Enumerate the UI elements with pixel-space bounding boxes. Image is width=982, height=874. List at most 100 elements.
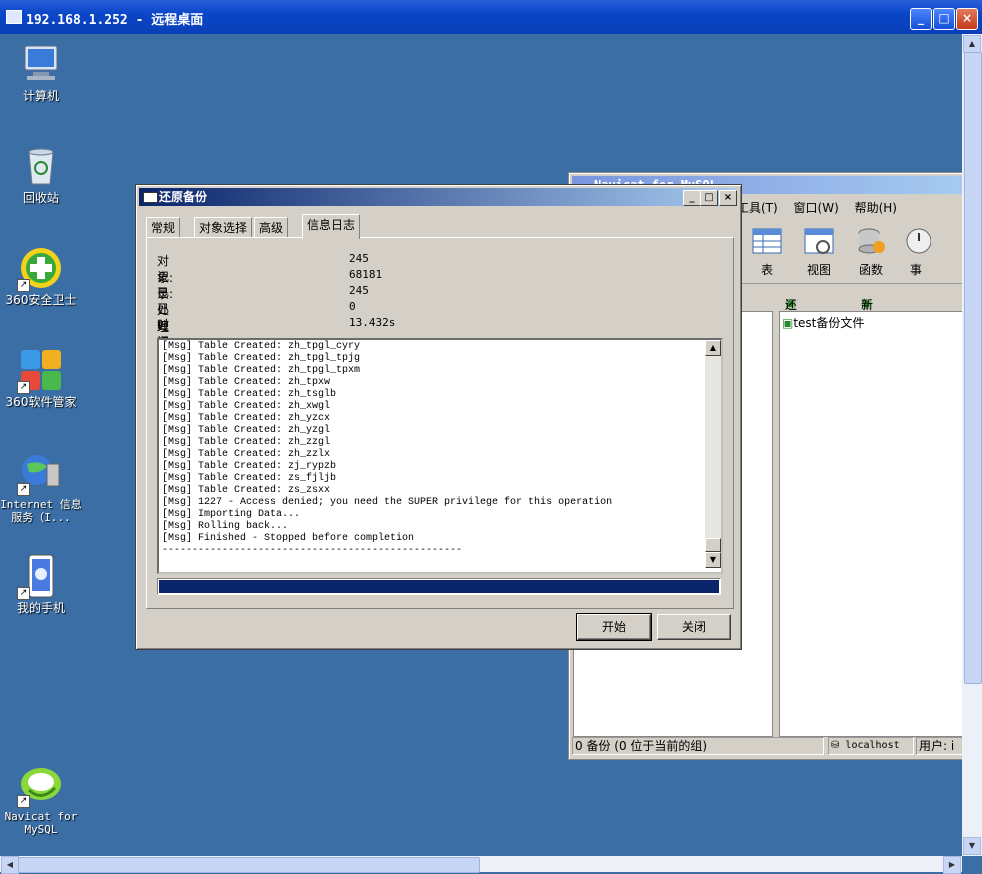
backup-file-label: test备份文件 [793,316,865,330]
dialog-title-bar: 还原备份 _ □ × [139,188,737,206]
maximize-button[interactable]: □ [933,8,955,30]
table-icon [751,225,783,257]
iis-globe-icon: ↗ [17,450,63,496]
log-line: [Msg] Table Created: zh_tpgl_tpxm [162,365,361,376]
stat-value: 13.432s [349,316,396,329]
tab-info-log[interactable]: 信息日志 [302,214,361,239]
desktop: 计算机 回收站 ↗ 360安全卫士 ↗ 360软件管家 ↗ Internet 信… [0,34,962,856]
phone-icon: ↗ [17,554,63,600]
log-line: [Msg] Table Created: zh_zzlx [162,449,331,460]
status-user: 用户: i [916,737,962,755]
rdp-title: 192.168.1.252 - 远程桌面 [26,13,204,28]
desktop-icon-label: Internet 信息服务（I... [0,498,82,524]
log-line: [Msg] 1227 - Access denied; you need the… [162,497,613,508]
start-button[interactable]: 开始 [576,613,652,641]
status-connection-label: localhost [845,740,900,751]
close-button[interactable]: × [956,8,978,30]
desktop-icon-computer[interactable]: 计算机 [0,42,82,103]
log-line: [Msg] Table Created: zh_tpgl_tpjg [162,353,361,364]
backup-file-icon: ▣ [782,316,794,330]
scroll-up-arrow-icon[interactable]: ▲ [705,340,721,356]
computer-icon [19,42,63,86]
menu-window[interactable]: 窗口(W) [794,201,839,215]
shortcut-arrow-icon: ↗ [17,483,30,496]
restore-backup-dialog: 还原备份 _ □ × 常规 对象选择 高级 信息日志 对象: 245 记录: 681… [135,184,742,650]
dialog-minimize-button[interactable]: _ [683,190,701,206]
toolbar-event[interactable]: 事 [901,225,931,278]
log-line: [Msg] Table Created: zh_tsglb [162,389,337,400]
scroll-down-icon[interactable]: ▼ [963,837,981,855]
menu-help[interactable]: 帮助(H) [855,201,897,215]
scroll-left-icon[interactable]: ◀ [1,856,19,874]
close-dialog-button[interactable]: 关闭 [657,614,731,640]
log-line: ----------------------------------------… [162,545,463,556]
toolbar-function-label: 函数 [858,263,883,277]
desktop-icon-recycle-bin[interactable]: 回收站 [0,144,82,205]
toolbar-event-label: 事 [909,263,922,277]
rdp-vertical-scrollbar[interactable]: ▲ ▼ [962,34,982,856]
shortcut-arrow-icon: ↗ [17,587,30,600]
status-count: 0 备份 (0 位于当前的组) [572,737,824,755]
rdp-vertical-thumb[interactable] [964,52,982,684]
scroll-up-icon[interactable]: ▲ [963,35,981,53]
rdp-horizontal-thumb[interactable] [18,857,480,873]
minimize-button[interactable]: _ [910,8,932,30]
desktop-icon-label: 我的手机 [16,601,65,615]
desktop-icon-360-security[interactable]: ↗ 360安全卫士 [0,246,82,307]
desktop-icon-360-software[interactable]: ↗ 360软件管家 [0,348,82,409]
tab-advanced[interactable]: 高级 [254,217,289,238]
log-line: [Msg] Table Created: zh_yzgl [162,425,331,436]
log-line: [Msg] Table Created: zj_rypzb [162,461,337,472]
rdp-title-bar: 192.168.1.252 - 远程桌面 _ □ × [0,0,982,34]
log-line: [Msg] Table Created: zh_yzcx [162,413,331,424]
event-clock-icon [901,225,931,257]
connection-icon: ⛁ [831,740,840,751]
dialog-title: 还原备份 [159,190,208,204]
navicat-menu-bar: 工具(T) 窗口(W) 帮助(H) [737,199,909,217]
dialog-close-button[interactable]: × [719,190,737,206]
log-scroll-thumb[interactable] [705,538,721,552]
desktop-icon-label: 360安全卫士 [5,293,77,307]
log-line: [Msg] Finished - Stopped before completi… [162,533,415,544]
stat-value: 68181 [349,268,383,281]
backup-file-item[interactable]: ▣test备份文件 [782,314,864,331]
progress-bar [157,578,721,595]
toolbar-view[interactable]: 视图 [793,225,845,278]
navicat-icon: ↗ [17,762,63,808]
desktop-icon-label: 回收站 [22,191,59,205]
log-line: [Msg] Table Created: zh_zzgl [162,437,331,448]
scroll-right-icon[interactable]: ▶ [943,856,961,874]
desktop-icon-my-phone[interactable]: ↗ 我的手机 [0,554,82,615]
360-security-icon: ↗ [17,246,63,292]
tab-object-selection[interactable]: 对象选择 [194,217,253,238]
function-icon [855,225,887,257]
shortcut-arrow-icon: ↗ [17,279,30,292]
navicat-status-bar: 0 备份 (0 位于当前的组) ⛁ localhost 用户: i [572,737,962,755]
log-line: [Msg] Table Created: zs_fjljb [162,473,337,484]
toolbar-function[interactable]: 函数 [845,225,897,278]
log-line: [Msg] Table Created: zs_zsxx [162,485,331,496]
desktop-icon-label: 计算机 [22,89,59,103]
desktop-icon-iis[interactable]: ↗ Internet 信息服务（I... [0,450,82,524]
toolbar-table-label: 表 [760,263,773,277]
desktop-icon-label: 360软件管家 [5,395,77,409]
toolbar-view-label: 视图 [806,263,831,277]
shortcut-arrow-icon: ↗ [17,795,30,808]
log-line: [Msg] Rolling back... [162,521,289,532]
tab-general[interactable]: 常规 [146,217,181,238]
desktop-icon-label: Navicat for MySQL [4,810,78,836]
log-line: [Msg] Table Created: zh_tpxw [162,377,331,388]
log-scrollbar[interactable]: ▲ ▼ [705,340,721,568]
navicat-object-pane[interactable]: ▣test备份文件 [779,311,962,737]
dialog-app-icon [143,192,158,203]
log-text-area[interactable]: [Msg] Table Created: zh_tpgl_cyry [Msg] T… [157,338,723,574]
desktop-icon-navicat[interactable]: ↗ Navicat for MySQL [0,762,82,836]
stat-value: 0 [349,300,356,313]
shortcut-arrow-icon: ↗ [17,381,30,394]
rdp-horizontal-scrollbar[interactable]: ◀ ▶ [0,856,962,874]
info-log-panel: 对象:245 记录:68181 已处理对象:245 已处理记录:0 时间:13.… [146,237,734,609]
dialog-maximize-button[interactable]: □ [700,190,718,206]
menu-tools[interactable]: 工具(T) [737,201,778,215]
scroll-down-arrow-icon[interactable]: ▼ [705,552,721,568]
toolbar-table[interactable]: 表 [741,225,793,278]
